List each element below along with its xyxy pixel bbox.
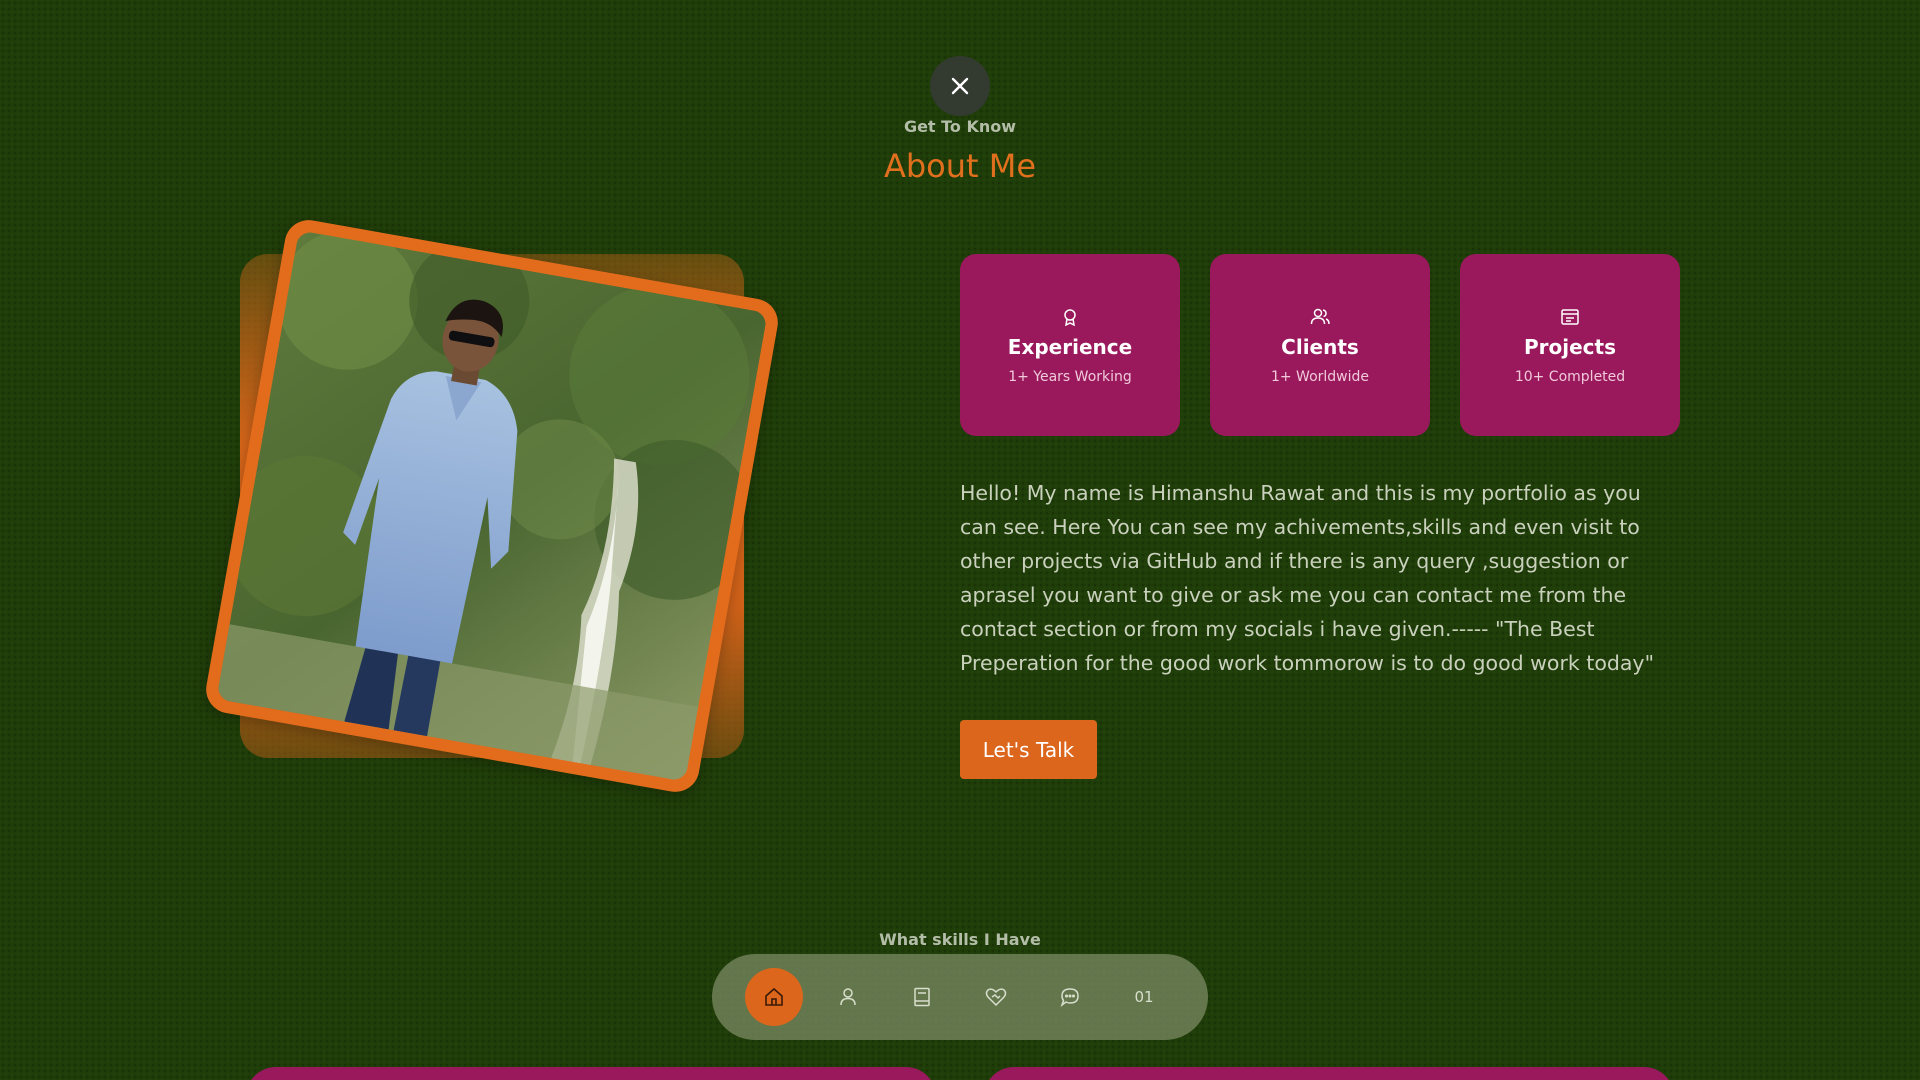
card-title: Experience <box>1007 335 1133 359</box>
skills-card-frontend <box>246 1067 936 1080</box>
close-icon <box>951 77 969 95</box>
users-icon <box>1310 305 1330 329</box>
service-icon <box>985 988 1007 1007</box>
close-button[interactable] <box>930 56 990 116</box>
about-bio: Hello! My name is Himanshu Rawat and thi… <box>960 481 1654 675</box>
user-icon <box>840 988 856 1006</box>
card-subtitle: 1+ Years Working <box>1008 369 1132 385</box>
experience-card[interactable]: Experience 1+ Years Working <box>960 254 1180 436</box>
stats-cards: Experience 1+ Years Working Clients 1+ W… <box>960 254 1680 436</box>
card-title: Projects <box>1523 335 1616 359</box>
bottom-nav: 01 <box>712 954 1208 1040</box>
clients-card[interactable]: Clients 1+ Worldwide <box>1210 254 1430 436</box>
nav-about[interactable] <box>819 968 877 1026</box>
nav-contact[interactable] <box>1041 968 1099 1026</box>
nav-experience[interactable] <box>893 968 951 1026</box>
card-subtitle: 10+ Completed <box>1514 369 1626 385</box>
home-icon <box>765 987 783 1006</box>
profile-photo <box>216 230 768 782</box>
book-icon <box>914 987 930 1007</box>
section-title: About Me <box>883 147 1037 185</box>
section-eyebrow: Get To Know <box>903 117 1017 136</box>
projects-card[interactable]: Projects 10+ Completed <box>1460 254 1680 436</box>
nav-home[interactable] <box>745 968 803 1026</box>
projects-icon <box>1561 305 1579 329</box>
lets-talk-button[interactable]: Let's Talk <box>960 720 1097 779</box>
card-title: Clients <box>1281 335 1359 359</box>
chat-icon <box>1060 988 1079 1007</box>
skills-eyebrow: What skills I Have <box>879 930 1041 949</box>
card-subtitle: 1+ Worldwide <box>1270 369 1370 385</box>
nav-services[interactable] <box>967 968 1025 1026</box>
profile-photo-frame <box>202 216 782 796</box>
skills-card-backend <box>984 1067 1674 1080</box>
nav-page-number[interactable]: 01 <box>1115 968 1173 1026</box>
award-icon <box>1061 305 1079 329</box>
